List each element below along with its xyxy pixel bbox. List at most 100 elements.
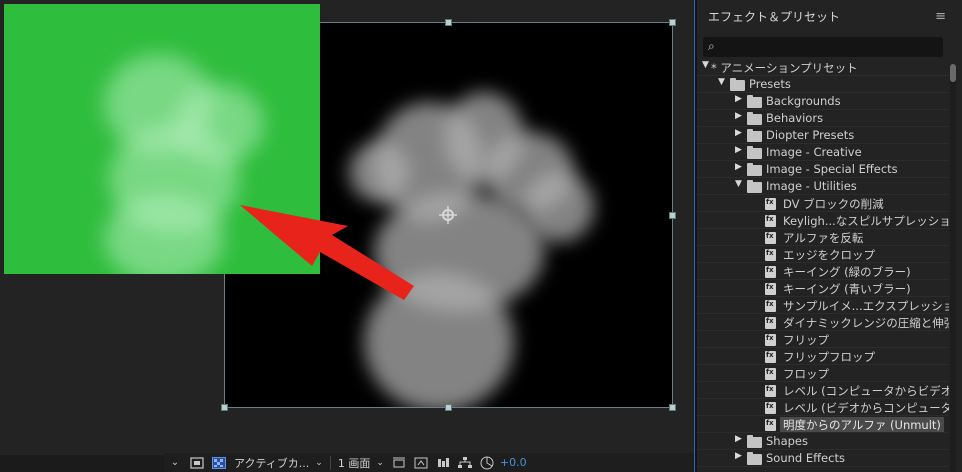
tree-item-label: Presets: [749, 77, 791, 91]
panel-focus-accent: [694, 0, 695, 472]
tree-item-label: フロップ: [783, 367, 829, 381]
scrollbar-thumb[interactable]: [950, 64, 956, 82]
effects-search-input[interactable]: ⌕: [703, 37, 943, 57]
folder-icon: [747, 95, 762, 108]
preset-icon: [765, 317, 776, 329]
preset-icon: [765, 419, 776, 431]
tree-folder[interactable]: ▶ Image - Special Effects: [697, 161, 949, 178]
disclosure-collapsed-icon[interactable]: ▶: [735, 128, 742, 138]
safe-zones-icon[interactable]: [189, 456, 205, 470]
folder-icon: [730, 78, 745, 91]
tree-folder-image-utilities[interactable]: ▼ Image - Utilities: [697, 178, 949, 195]
preset-icon: [765, 198, 776, 210]
preset-icon: [765, 351, 776, 363]
effects-tree: ▼ * アニメーションプリセット ▼ Presets ▶ Backgrounds ▶ Beha…: [697, 59, 949, 472]
view-layout-select[interactable]: 1 画面 ⌄: [338, 455, 384, 471]
chevron-down-icon: ⌄: [315, 457, 323, 468]
tree-folder[interactable]: ▶ Backgrounds: [697, 93, 949, 110]
disclosure-collapsed-icon[interactable]: ▶: [735, 162, 742, 172]
disclosure-collapsed-icon[interactable]: ▶: [735, 434, 742, 444]
exposure-value[interactable]: +0.0: [500, 456, 527, 469]
tree-preset[interactable]: フロップ: [697, 365, 949, 382]
tree-preset[interactable]: レベル (コンピュータからビデオ): [697, 382, 949, 399]
tree-folder[interactable]: ▶ Sound Effects: [697, 450, 949, 467]
smoke-puff: [349, 142, 409, 202]
tree-preset[interactable]: エッジをクロップ: [697, 246, 949, 263]
anchor-point-icon[interactable]: [439, 206, 457, 224]
tree-preset[interactable]: ダイナミックレンジの圧縮と伸張: [697, 314, 949, 331]
tree-folder[interactable]: ▶ Image - Creative: [697, 144, 949, 161]
preset-icon: [765, 249, 776, 261]
effects-scrollbar[interactable]: [950, 64, 956, 472]
tree-item-label: Image - Creative: [766, 145, 862, 159]
active-camera-label: アクティブカ...: [234, 456, 310, 470]
timeline-icon[interactable]: [435, 456, 451, 470]
tree-item-label: フリップフロップ: [783, 350, 875, 364]
disclosure-collapsed-icon[interactable]: ▶: [735, 145, 742, 155]
tree-folder[interactable]: ▶ Behaviors: [697, 110, 949, 127]
tree-item-label: Keyligh...なスピルサプレッション: [783, 214, 949, 228]
tree-preset[interactable]: フリップフロップ: [697, 348, 949, 365]
tree-preset[interactable]: Keyligh...なスピルサプレッション: [697, 212, 949, 229]
tree-item-label: Image - Utilities: [766, 179, 857, 193]
tree-item-label: Behaviors: [766, 111, 824, 125]
transparency-grid-icon[interactable]: [211, 456, 227, 470]
row-separator: [697, 466, 949, 467]
transform-handle[interactable]: [221, 404, 228, 411]
tree-folder[interactable]: ▶ Shapes: [697, 433, 949, 450]
preset-icon: [765, 232, 776, 244]
disclosure-collapsed-icon[interactable]: ▶: [735, 111, 742, 121]
preset-icon: [765, 402, 776, 414]
tree-folder-presets[interactable]: ▼ Presets: [697, 76, 949, 93]
tree-root-animation-presets[interactable]: ▼ * アニメーションプリセット: [697, 59, 949, 76]
preset-icon: [765, 266, 776, 278]
disclosure-expanded-icon[interactable]: ▼: [702, 60, 709, 70]
transform-handle[interactable]: [669, 404, 676, 411]
chevron-down-icon[interactable]: ⌄: [167, 456, 183, 470]
active-camera-select[interactable]: アクティブカ... ⌄: [234, 455, 323, 471]
tree-preset[interactable]: キーイング (青いブラー): [697, 280, 949, 297]
disclosure-collapsed-icon[interactable]: ▶: [735, 94, 742, 104]
transform-handle[interactable]: [669, 19, 676, 26]
chevron-down-icon: ⌄: [376, 457, 384, 468]
tree-preset[interactable]: キーイング (緑のブラー): [697, 263, 949, 280]
folder-icon: [747, 129, 762, 142]
tree-preset[interactable]: 明度からのアルファ (Unmult): [697, 416, 949, 433]
preset-icon: [765, 368, 776, 380]
folder-icon: [747, 452, 762, 465]
composition-viewer[interactable]: ⌄ アクティブカ... ⌄ 1 画面 ⌄ +0.0: [0, 0, 694, 472]
tree-preset[interactable]: DV ブロックの削減: [697, 195, 949, 212]
flowchart-icon[interactable]: [457, 456, 473, 470]
panel-header: エフェクト＆プリセット ≡: [697, 0, 962, 32]
tree-preset[interactable]: サンプルイメ...エクスプレッション: [697, 297, 949, 314]
toggle-pixel-aspect-icon[interactable]: [391, 456, 407, 470]
fast-previews-icon[interactable]: [413, 456, 429, 470]
tree-item-label: アルファを反転: [783, 231, 864, 245]
tree-folder[interactable]: ▶ Diopter Presets: [697, 127, 949, 144]
tree-item-label: 明度からのアルファ (Unmult): [780, 417, 944, 433]
viewer-toolbar: ⌄ アクティブカ... ⌄ 1 画面 ⌄ +0.0: [164, 453, 694, 472]
tree-preset[interactable]: アルファを反転: [697, 229, 949, 246]
preset-icon: [765, 385, 776, 397]
disclosure-collapsed-icon[interactable]: ▶: [735, 451, 742, 461]
folder-icon: [747, 180, 762, 193]
disclosure-expanded-icon[interactable]: ▼: [735, 179, 742, 189]
exposure-reset-icon[interactable]: [479, 456, 495, 470]
preset-icon: [765, 283, 776, 295]
tree-preset[interactable]: フリップ: [697, 331, 949, 348]
tree-item-label: Backgrounds: [766, 94, 841, 108]
folder-icon: [747, 146, 762, 159]
panel-menu-icon[interactable]: ≡: [935, 9, 946, 24]
view-layout-label: 1 画面: [337, 456, 371, 470]
tree-item-label: フリップ: [783, 333, 829, 347]
transform-handle[interactable]: [445, 404, 452, 411]
folder-icon: [747, 435, 762, 448]
smoke-puff: [104, 194, 224, 274]
preset-icon: [765, 215, 776, 227]
transform-handle[interactable]: [445, 19, 452, 26]
toolbar-divider: [329, 455, 331, 470]
transform-handle[interactable]: [669, 212, 676, 219]
tree-preset[interactable]: レベル (ビデオからコンピュータ): [697, 399, 949, 416]
tree-item-label: Shapes: [766, 434, 809, 448]
disclosure-expanded-icon[interactable]: ▼: [718, 77, 725, 87]
